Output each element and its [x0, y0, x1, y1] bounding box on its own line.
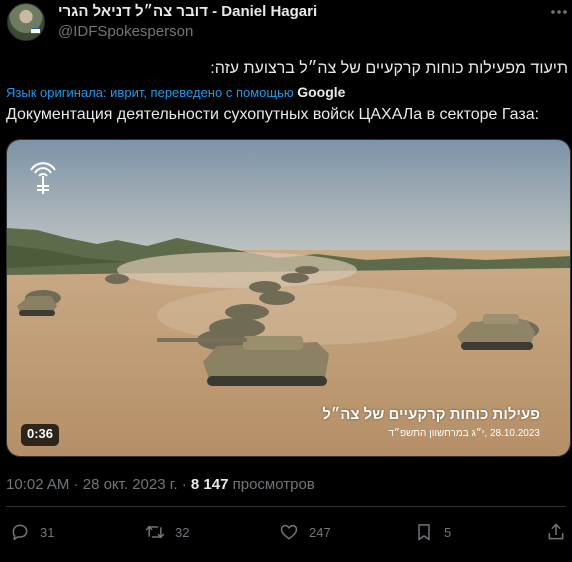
video-duration-badge: 0:36 [21, 424, 60, 446]
repost-icon [145, 525, 165, 539]
author-display-name[interactable]: דובר צה״ל דניאל הגרי - Daniel Hagari [58, 3, 317, 20]
idf-logo-icon [30, 162, 56, 194]
bookmark-count: 5 [444, 524, 452, 540]
translation-note[interactable]: Язык оригинала: иврит, переведено с помо… [6, 84, 345, 100]
avatar[interactable] [7, 3, 45, 41]
repost-count: 32 [175, 524, 190, 540]
bookmark-button[interactable]: 5 [414, 522, 451, 542]
tweet-meta: 10:02 AM · 28 окт. 2023 г. · 8 147 просм… [6, 476, 315, 493]
meta-separator: · [181, 476, 187, 493]
reply-icon [12, 524, 28, 541]
tweet-time[interactable]: 10:02 AM [6, 476, 69, 493]
repost-button[interactable]: 32 [145, 522, 189, 542]
like-icon [280, 524, 298, 540]
tweet-text-original: תיעוד מפעילות כוחות קרקעיים של צה״ל ברצו… [210, 60, 568, 77]
translation-provider: Google [297, 84, 346, 100]
action-bar: 31 32 247 5 [0, 516, 572, 552]
tweet-text-translated: Документация деятельности сухопутных вой… [6, 106, 540, 123]
share-icon [548, 523, 564, 540]
tweet-date[interactable]: 28 окт. 2023 г. [83, 476, 178, 493]
flag-pin-icon [31, 28, 40, 34]
meta-separator: · [73, 476, 79, 493]
bookmark-icon [418, 524, 430, 541]
views-label: просмотров [232, 476, 315, 493]
video-caption: פעילות כוחות קרקעיים של צה״ל [322, 406, 540, 423]
like-count: 247 [309, 524, 331, 540]
like-button[interactable]: 247 [279, 522, 331, 542]
video-player[interactable]: פעילות כוחות קרקעיים של צה״ל 28.10.2023 … [6, 139, 571, 457]
author-handle[interactable]: @IDFSpokesperson [58, 23, 193, 40]
reply-button[interactable]: 31 [10, 522, 54, 542]
reply-count: 31 [40, 524, 55, 540]
share-button[interactable] [546, 522, 566, 542]
tweet-header: דובר צה״ל דניאל הגרי - Daniel Hagari @ID… [0, 0, 572, 48]
views-count: 8 147 [190, 476, 229, 493]
more-icon[interactable] [549, 2, 569, 22]
translation-note-label: Язык оригинала: иврит, переведено с помо… [6, 85, 294, 100]
divider [6, 506, 566, 507]
video-caption-date: 28.10.2023 ,י״ג במרחשוון התשפ״ד [388, 428, 540, 439]
